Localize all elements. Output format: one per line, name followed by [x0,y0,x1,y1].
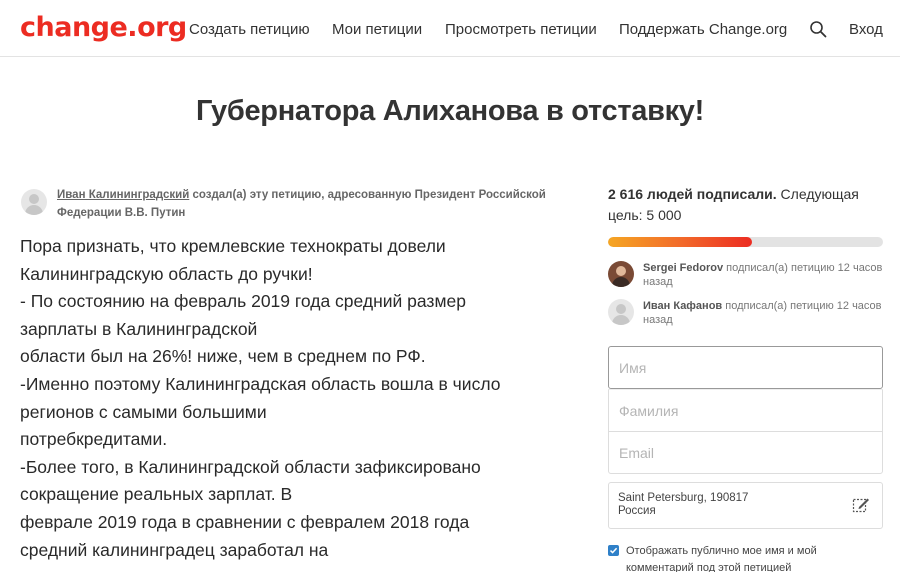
signature-progress-bar [608,237,883,247]
signature-count: 2 616 людей подписали. Следующая цель: 5… [608,184,883,226]
petition-body-line: сокращение реальных зарплат. В [20,484,293,505]
petition-title: Губернатора Алиханова в отставку! [196,95,704,127]
author-line: Иван Калининградский создал(а) эту петиц… [57,186,562,222]
petition-body-line: -Более того, в Калининградской области з… [20,456,481,477]
nav-login[interactable]: Вход [849,21,883,38]
first-name-field[interactable] [608,346,883,389]
signer-text: Sergei Fedorov подписал(а) петицию 12 ча… [643,261,883,289]
signer-avatar [608,261,634,287]
change-org-logo[interactable]: change.org [20,12,187,43]
author-avatar[interactable] [21,189,47,215]
signer-avatar [608,299,634,325]
signer-name: Sergei Fedorov [643,262,724,274]
petition-body-line: регионов с самыми большими [20,401,267,422]
recent-signer: Sergei Fedorov подписал(а) петицию 12 ча… [608,261,883,291]
petition-body-line: области был на 26%! ниже, чем в среднем … [20,346,426,367]
nav-support[interactable]: Поддержать Change.org [619,21,787,38]
petition-body-line: - По состоянию на февраль 2019 года сред… [20,291,466,312]
petition-body-line: средний калининградец заработал на [20,539,329,560]
edit-pencil-icon[interactable] [852,496,870,514]
signer-text: Иван Кафанов подписал(а) петицию 12 часо… [643,299,883,327]
signature-count-number: 2 616 людей подписали. [608,186,777,202]
petition-body: Пора признать, что кремлевские технократ… [20,233,560,564]
location-country: Россия [618,505,656,517]
signature-progress-fill [608,237,752,247]
location-city: Saint Petersburg, 190817 [618,492,749,504]
nav-my-petitions[interactable]: Мои петиции [332,21,422,38]
location-field[interactable]: Saint Petersburg, 190817 Россия [608,482,883,529]
public-display-label: Отображать публично мое имя и мой коммен… [626,545,817,572]
top-navigation-bar: change.org Создать петицию Мои петиции П… [0,0,900,57]
last-name-field[interactable] [608,389,883,432]
nav-browse-petitions[interactable]: Просмотреть петиции [445,21,597,38]
petition-body-line: феврале 2019 года в сравнении с февралем… [20,511,470,532]
signer-name: Иван Кафанов [643,300,723,312]
petition-body-line: Калининградскую область до ручки! [20,263,313,284]
author-name-link[interactable]: Иван Калининградский [57,189,189,201]
checkmark-icon [609,547,618,554]
location-text: Saint Petersburg, 190817 Россия [618,492,748,518]
search-icon[interactable] [809,20,827,38]
petition-body-line: -Именно поэтому Калининградская область … [20,373,501,394]
recent-signer: Иван Кафанов подписал(а) петицию 12 часо… [608,299,883,329]
nav-create-petition[interactable]: Создать петицию [189,21,310,38]
public-display-checkbox[interactable] [608,545,619,556]
petition-body-line: Пора признать, что кремлевские технократ… [20,236,446,256]
petition-body-line: зарплаты в Калининградской [20,318,258,339]
email-field[interactable] [608,431,883,474]
petition-body-line: потребкредитами. [20,429,168,450]
